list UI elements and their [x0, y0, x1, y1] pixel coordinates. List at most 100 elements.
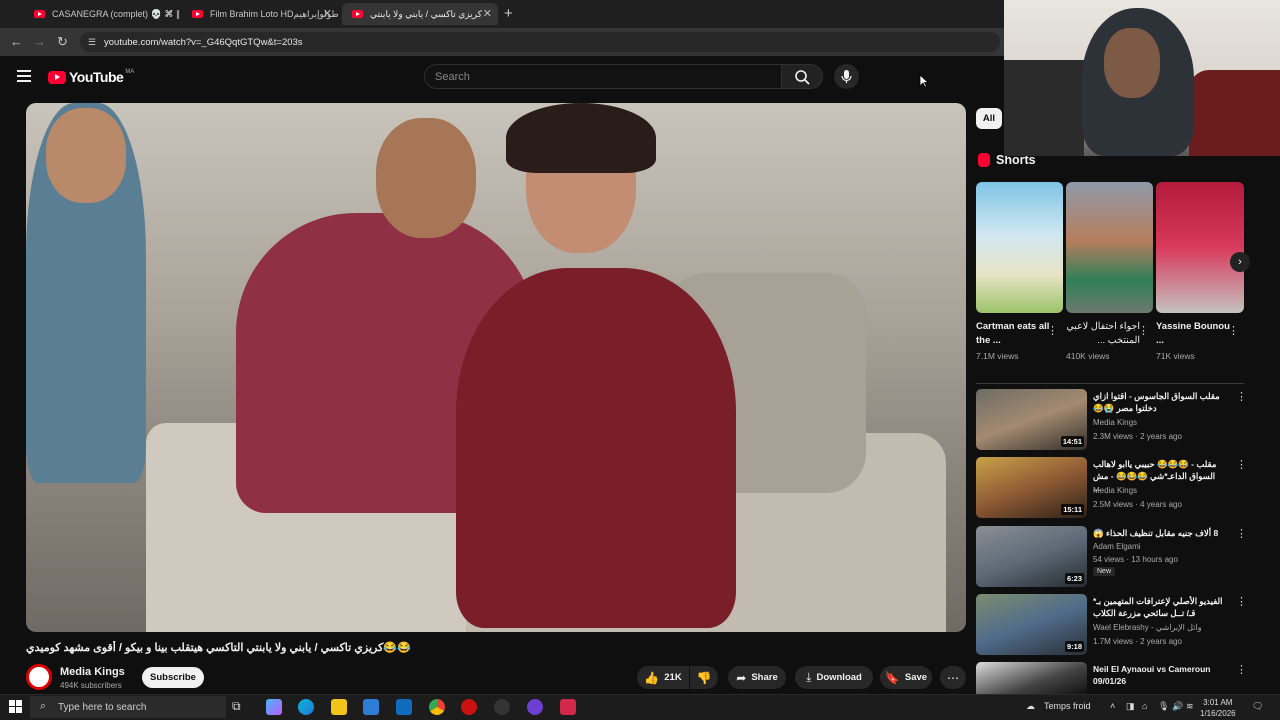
chevron-up-icon[interactable]: ˄ [1110, 701, 1115, 711]
video-thumbnail[interactable]: 6:23 [976, 526, 1087, 587]
video-title[interactable]: مقلب السواق الجاسوس - اقتوا ازاي دخلتوا … [1093, 390, 1223, 414]
share-label: Share [751, 672, 778, 683]
app-icon[interactable] [527, 699, 543, 715]
video-title: 😂😂كريزي تاكسي / يابني ولا يابنتي التاكسي… [26, 642, 411, 654]
more-vertical-icon[interactable]: ⋮ [1236, 458, 1247, 471]
download-label: Download [816, 672, 862, 683]
video-channel[interactable]: Adam Elgami [1093, 542, 1141, 551]
subscriber-count: 494K subscribers [60, 681, 122, 690]
video-thumbnail[interactable]: 14:51 [976, 389, 1087, 450]
copilot-icon[interactable] [266, 699, 282, 715]
weather-label[interactable]: Temps froid [1044, 701, 1091, 711]
search-input[interactable]: Search [424, 64, 782, 89]
tab-label: Film Brahim Loto HDبوطولوإبراهيم [210, 8, 338, 19]
channel-avatar[interactable] [26, 664, 52, 690]
close-icon[interactable]: ✕ [323, 7, 332, 20]
video-channel[interactable]: Wael Elebrashy - وائل الإبراشي [1093, 623, 1201, 632]
browser-tab-active[interactable]: كريزي تاكسي / يابني ولا يابنتي ✕ [342, 3, 498, 25]
short-title[interactable]: Yassine Bounou ... [1156, 320, 1230, 348]
save-button[interactable]: 🔖 Save [880, 666, 932, 689]
voice-search-button[interactable] [834, 64, 859, 89]
taskbar-clock[interactable]: 3:01 AM 1/16/2026 [1200, 697, 1236, 719]
short-title[interactable]: Cartman eats all the ... [976, 320, 1050, 348]
video-meta: 2.5M views · 4 years ago [1093, 500, 1182, 509]
tab-label: CASANEGRA (complet) 💀 ⌘ ∥ [52, 8, 180, 19]
subscribe-button[interactable]: Subscribe [142, 667, 204, 688]
channel-name[interactable]: Media Kings [60, 666, 125, 678]
microphone-icon[interactable]: 🎙 [1158, 701, 1169, 712]
download-button[interactable]: ⤓ Download [795, 666, 873, 689]
dislike-button[interactable]: 👎 [690, 666, 718, 689]
like-button[interactable]: 👍 21K [637, 666, 689, 689]
bookmark-icon: 🔖 [884, 670, 900, 685]
video-thumbnail[interactable]: 9:18 [976, 594, 1087, 655]
tray-icon[interactable]: ◨ [1126, 701, 1135, 712]
hair [506, 103, 656, 173]
more-vertical-icon[interactable]: ⋮ [1228, 324, 1239, 337]
chevron-right-icon[interactable]: › [1230, 252, 1250, 272]
url-text: youtube.com/watch?v=_G46QqtGTQw&t=203s [104, 36, 303, 48]
app-icon[interactable] [494, 699, 510, 715]
store-icon[interactable] [363, 699, 379, 715]
forward-icon[interactable]: → [33, 34, 46, 49]
app-icon[interactable] [461, 699, 477, 715]
browser-tab[interactable]: Film Brahim Loto HDبوطولوإبراهيم ✕ [182, 3, 338, 25]
youtube-logo[interactable]: YouTube MA [48, 69, 134, 85]
video-title[interactable]: Neil El Aynaoui vs Cameroun 09/01/26 [1093, 663, 1223, 687]
taskbar-search-input[interactable]: ⌕ Type here to search [30, 696, 226, 718]
more-vertical-icon[interactable]: ⋮ [1236, 595, 1247, 608]
close-icon[interactable]: ✕ [165, 7, 174, 20]
wifi-icon[interactable]: ≋ [1186, 701, 1194, 712]
new-tab-icon[interactable]: + [504, 5, 513, 22]
webcam-overlay [1004, 0, 1280, 156]
divider [976, 383, 1244, 384]
video-thumbnail[interactable]: 15:11 [976, 457, 1087, 518]
video-duration: 15:11 [1061, 504, 1084, 515]
windows-start-icon[interactable] [9, 700, 22, 718]
webcam-chair [1189, 70, 1280, 156]
reload-icon[interactable]: ↻ [57, 34, 68, 50]
more-vertical-icon[interactable]: ⋮ [1138, 324, 1149, 337]
more-vertical-icon[interactable]: ⋮ [1047, 324, 1058, 337]
video-thumbnail[interactable] [976, 662, 1087, 694]
video-channel[interactable]: Media Kings [1093, 486, 1137, 495]
notifications-icon[interactable]: 🗨 [1252, 701, 1263, 712]
video-channel[interactable]: Media Kings [1093, 418, 1137, 427]
microphone-icon [841, 70, 852, 83]
youtube-favicon-icon [352, 10, 363, 18]
file-explorer-icon[interactable] [331, 699, 347, 715]
edge-icon[interactable] [298, 699, 314, 715]
more-vertical-icon[interactable]: ⋮ [1236, 663, 1247, 676]
share-button[interactable]: ➦ Share [728, 666, 786, 689]
url-field[interactable]: ☰ youtube.com/watch?v=_G46QqtGTQw&t=203s [80, 32, 1000, 52]
task-view-icon[interactable]: ⧉ [232, 699, 248, 715]
video-title[interactable]: 8 ألاف جنيه مقابل تنظيف الحذاء 😱 [1093, 527, 1223, 539]
short-views: 7.1M views [976, 351, 1019, 361]
filter-chip-all[interactable]: All [976, 108, 1002, 129]
video-title[interactable]: الفيديو الأصلي لإعترافات المتهمين بـ* قـ… [1093, 595, 1223, 619]
menu-icon[interactable] [17, 70, 31, 82]
share-icon: ➦ [736, 670, 747, 685]
chrome-icon[interactable] [429, 699, 445, 715]
back-icon[interactable]: ← [10, 34, 23, 49]
volume-icon[interactable]: 🔊 [1172, 701, 1183, 712]
outlook-icon[interactable] [396, 699, 412, 715]
short-thumbnail[interactable] [976, 182, 1063, 313]
search-icon: ⌕ [40, 700, 47, 712]
short-thumbnail[interactable] [1156, 182, 1244, 313]
short-title[interactable]: اجواء احتفال لاعبي المنتخب ... [1066, 320, 1140, 348]
clock-time: 3:01 AM [1203, 698, 1233, 707]
browser-tab[interactable]: CASANEGRA (complet) 💀 ⌘ ∥ ✕ [24, 3, 180, 25]
more-vertical-icon[interactable]: ⋮ [1236, 527, 1247, 540]
network-icon[interactable]: ⌂ [1142, 701, 1147, 711]
weather-icon[interactable]: ☁ [1026, 701, 1035, 712]
more-vertical-icon[interactable]: ⋮ [1236, 390, 1247, 403]
app-icon[interactable] [560, 699, 576, 715]
video-player[interactable] [26, 103, 966, 632]
search-button[interactable] [781, 64, 823, 89]
more-actions-button[interactable]: ⋯ [940, 666, 966, 689]
thumbs-up-icon: 👍 [644, 670, 660, 685]
short-thumbnail[interactable] [1066, 182, 1153, 313]
site-info-icon[interactable]: ☰ [88, 37, 96, 48]
close-icon[interactable]: ✕ [483, 7, 492, 20]
